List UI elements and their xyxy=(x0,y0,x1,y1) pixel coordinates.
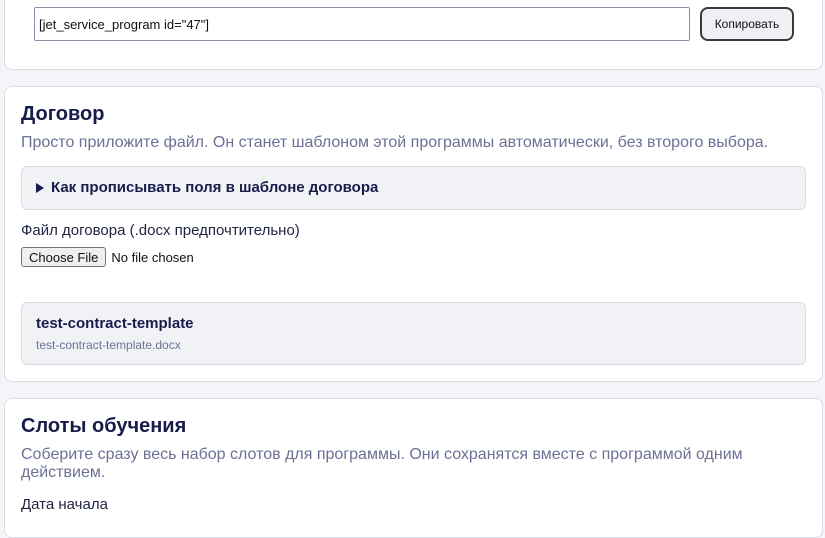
contract-file-label: Файл договора (.docx предпочтительно) xyxy=(21,222,300,239)
contract-title: Договор xyxy=(21,103,105,125)
slots-card: Слоты обучения Соберите сразу весь набор… xyxy=(4,398,823,538)
slots-title: Слоты обучения xyxy=(21,415,187,437)
disclosure-triangle-icon xyxy=(36,182,44,193)
contract-description: Просто приложите файл. Он станет шаблоно… xyxy=(21,134,769,151)
current-template: test-contract-template test-contract-tem… xyxy=(21,302,806,365)
details-summary-label: Как прописывать поля в шаблоне договора xyxy=(51,179,379,196)
start-date-label: Дата начала xyxy=(21,496,108,513)
shortcode-input[interactable] xyxy=(34,7,690,41)
contract-card: Договор Просто приложите файл. Он станет… xyxy=(4,86,823,382)
file-input[interactable]: Choose File No file chosen xyxy=(21,247,194,267)
template-fields-details[interactable]: Как прописывать поля в шаблоне договора xyxy=(21,166,806,210)
template-name: test-contract-template xyxy=(36,315,194,332)
copy-button[interactable]: Копировать xyxy=(700,7,794,41)
template-filename: test-contract-template.docx xyxy=(36,338,181,352)
no-file-status: No file chosen xyxy=(111,249,194,265)
details-summary[interactable]: Как прописывать поля в шаблоне договора xyxy=(36,179,378,196)
choose-file-button[interactable]: Choose File xyxy=(21,247,107,267)
slots-description: Соберите сразу весь набор слотов для про… xyxy=(21,446,743,481)
shortcode-card: Копировать xyxy=(4,0,823,70)
